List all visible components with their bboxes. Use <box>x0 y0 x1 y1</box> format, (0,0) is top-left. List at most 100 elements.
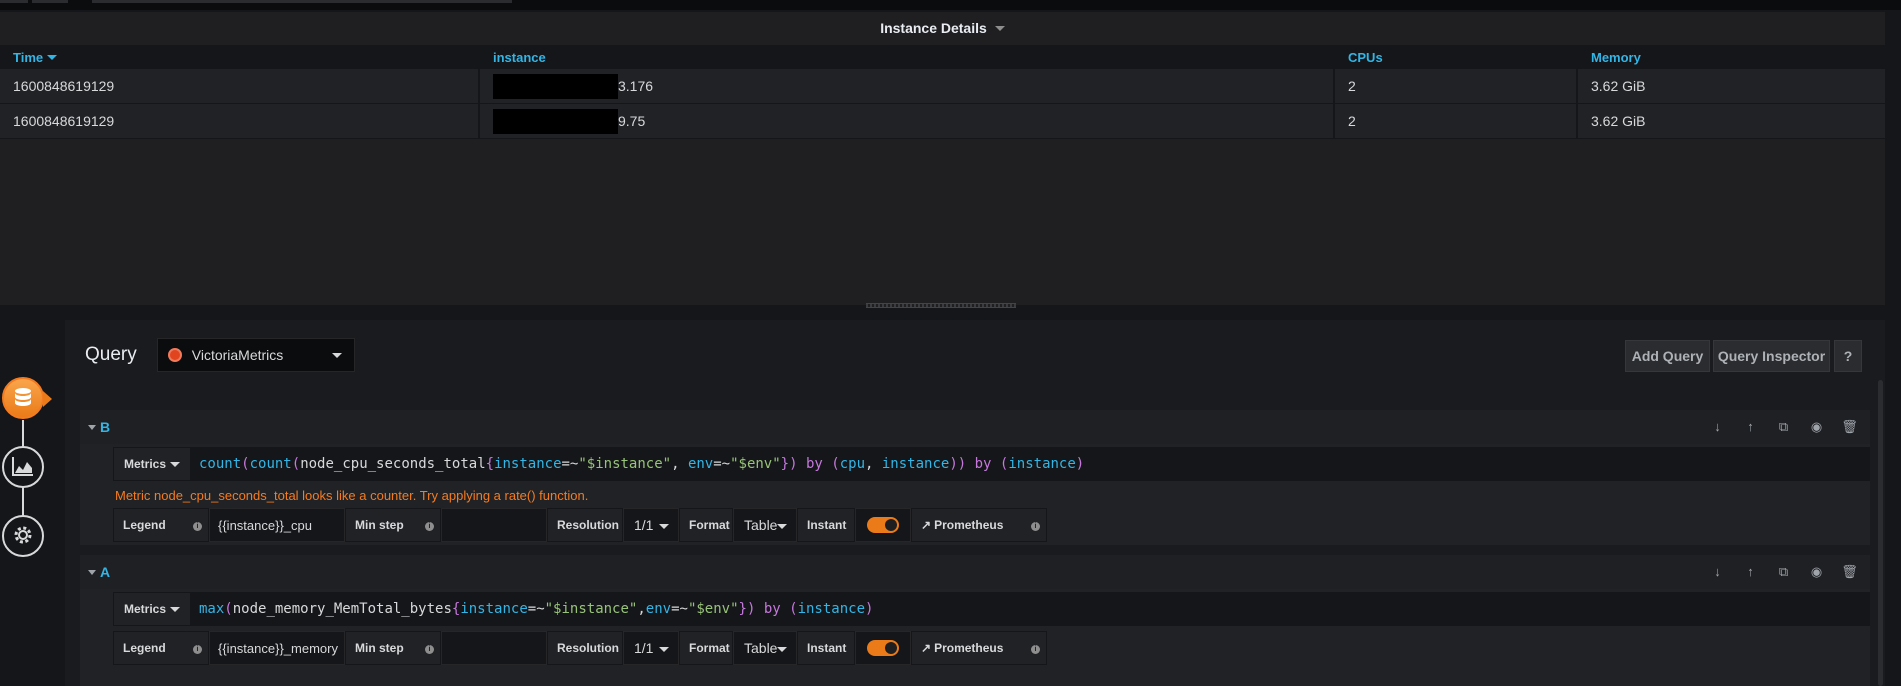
scrollbar[interactable] <box>1878 380 1883 686</box>
expression-token: by <box>805 456 823 472</box>
info-icon[interactable]: i <box>425 645 434 654</box>
rail-queries-tab[interactable] <box>2 377 52 419</box>
legend-input[interactable]: {{instance}}_cpu <box>209 508 345 542</box>
expression-token: "$instance" <box>578 456 672 472</box>
column-header-memory[interactable]: Memory <box>1578 45 1885 69</box>
panel-title-text: Instance Details <box>880 20 987 36</box>
chevron-down-icon <box>331 353 342 358</box>
cell-memory: 3.62 GiB <box>1591 78 1646 94</box>
expression-token <box>966 456 974 472</box>
eye-icon[interactable]: ◉ <box>1808 563 1825 580</box>
promql-expression[interactable]: max(node_memory_MemTotal_bytes{instance=… <box>191 601 873 617</box>
query-row-header[interactable]: B <box>80 410 1870 444</box>
cell-memory: 3.62 GiB <box>1591 113 1646 129</box>
expression-token: instance <box>494 456 562 472</box>
legend-label: Legend i <box>113 508 209 542</box>
move-up-icon[interactable]: ↑ <box>1742 418 1759 435</box>
legend-input[interactable]: {{instance}}_memory <box>209 631 345 665</box>
expression-token: max <box>199 601 225 617</box>
query-options-row: Legend i {{instance}}_cpu Min step i Resol… <box>113 508 1047 542</box>
move-up-icon[interactable]: ↑ <box>1742 563 1759 580</box>
sort-desc-icon <box>47 54 58 60</box>
expression-token: , <box>671 456 688 472</box>
move-down-icon[interactable]: ↓ <box>1709 563 1726 580</box>
query-warning: Metric node_cpu_seconds_total looks like… <box>115 488 589 503</box>
duplicate-icon[interactable]: ⧉ <box>1775 563 1792 580</box>
expression-token: env <box>645 601 672 617</box>
format-select[interactable]: Table <box>733 508 797 542</box>
datasource-name: VictoriaMetrics <box>191 347 284 363</box>
expression-token: instance <box>881 456 950 472</box>
expression-token <box>991 456 999 472</box>
expression-token: instance <box>1008 456 1076 472</box>
external-link-icon: ↗ <box>921 641 932 655</box>
rail-visualization-tab[interactable] <box>2 446 44 488</box>
add-query-button[interactable]: Add Query <box>1625 340 1710 372</box>
instant-toggle[interactable] <box>855 508 911 542</box>
panel-resize-handle[interactable] <box>866 303 1016 308</box>
collapse-icon[interactable] <box>88 569 96 575</box>
min-step-input[interactable] <box>441 631 547 665</box>
info-icon[interactable]: i <box>193 522 202 531</box>
help-button[interactable]: ? <box>1834 340 1862 372</box>
duplicate-icon[interactable]: ⧉ <box>1775 418 1792 435</box>
prometheus-link[interactable]: ↗ Prometheus i <box>911 631 1047 665</box>
expression-token: ( <box>224 601 233 617</box>
resolution-select[interactable]: 1/1 <box>623 508 679 542</box>
panel-title[interactable]: Instance Details <box>0 12 1885 44</box>
min-step-label: Min step i <box>345 631 441 665</box>
query-editor: Query VictoriaMetrics Add Query Query In… <box>65 320 1885 686</box>
trash-icon[interactable]: 🗑 <box>1841 418 1858 435</box>
expression-token <box>781 601 789 617</box>
chart-area-icon <box>11 455 35 480</box>
query-row-header[interactable]: A <box>80 555 1870 589</box>
column-header-time[interactable]: Time <box>0 45 480 69</box>
expression-token: { <box>485 456 495 472</box>
column-header-instance[interactable]: instance <box>480 45 1335 69</box>
victoriametrics-icon <box>167 348 182 362</box>
metrics-dropdown[interactable]: Metrics <box>113 447 191 481</box>
data-table: Time instance CPUs Memory 1600848619129 … <box>0 45 1885 139</box>
expression-token: , <box>865 456 882 472</box>
info-icon[interactable]: i <box>1031 645 1040 654</box>
move-down-icon[interactable]: ↓ <box>1709 418 1726 435</box>
rail-general-tab[interactable] <box>2 515 44 557</box>
datasource-select[interactable]: VictoriaMetrics <box>156 338 355 372</box>
column-header-cpus[interactable]: CPUs <box>1335 45 1578 69</box>
metrics-dropdown[interactable]: Metrics <box>113 592 191 626</box>
expression-token: by <box>974 456 992 472</box>
min-step-input[interactable] <box>441 508 547 542</box>
query-actions: ↓ ↑ ⧉ ◉ 🗑 <box>1709 563 1858 580</box>
info-icon[interactable]: i <box>193 645 202 654</box>
query-inspector-button[interactable]: Query Inspector <box>1713 340 1830 372</box>
info-icon[interactable]: i <box>425 522 434 531</box>
expression-token: =~ <box>671 601 688 617</box>
collapse-icon[interactable] <box>88 424 96 430</box>
expression-token <box>798 456 806 472</box>
expression-token: "$instance" <box>544 601 638 617</box>
format-select[interactable]: Table <box>733 631 797 665</box>
toggle-switch[interactable] <box>867 517 899 533</box>
query-actions: ↓ ↑ ⧉ ◉ 🗑 <box>1709 418 1858 435</box>
expression-token: ( <box>831 456 840 472</box>
expression-token <box>755 601 763 617</box>
toggle-switch[interactable] <box>867 640 899 656</box>
resolution-select[interactable]: 1/1 <box>623 631 679 665</box>
chevron-down-icon <box>170 462 180 467</box>
query-header: Query VictoriaMetrics <box>85 338 355 372</box>
cell-instance: 3.176 <box>480 69 1335 103</box>
expression-token: ) <box>949 456 958 472</box>
prometheus-link[interactable]: ↗ Prometheus i <box>911 508 1047 542</box>
eye-icon[interactable]: ◉ <box>1808 418 1825 435</box>
expression-token: node_cpu_seconds_total <box>300 456 486 472</box>
instant-toggle[interactable] <box>855 631 911 665</box>
expression-token: count <box>199 456 242 472</box>
info-icon[interactable]: i <box>1031 522 1040 531</box>
promql-expression[interactable]: count(count(node_cpu_seconds_total{insta… <box>191 456 1084 472</box>
trash-icon[interactable]: 🗑 <box>1841 563 1858 580</box>
legend-label: Legend i <box>113 631 209 665</box>
expression-token: instance <box>797 601 865 617</box>
expression-token: cpu <box>839 456 866 472</box>
external-link-icon: ↗ <box>921 518 932 532</box>
query-title: Query <box>85 344 137 365</box>
